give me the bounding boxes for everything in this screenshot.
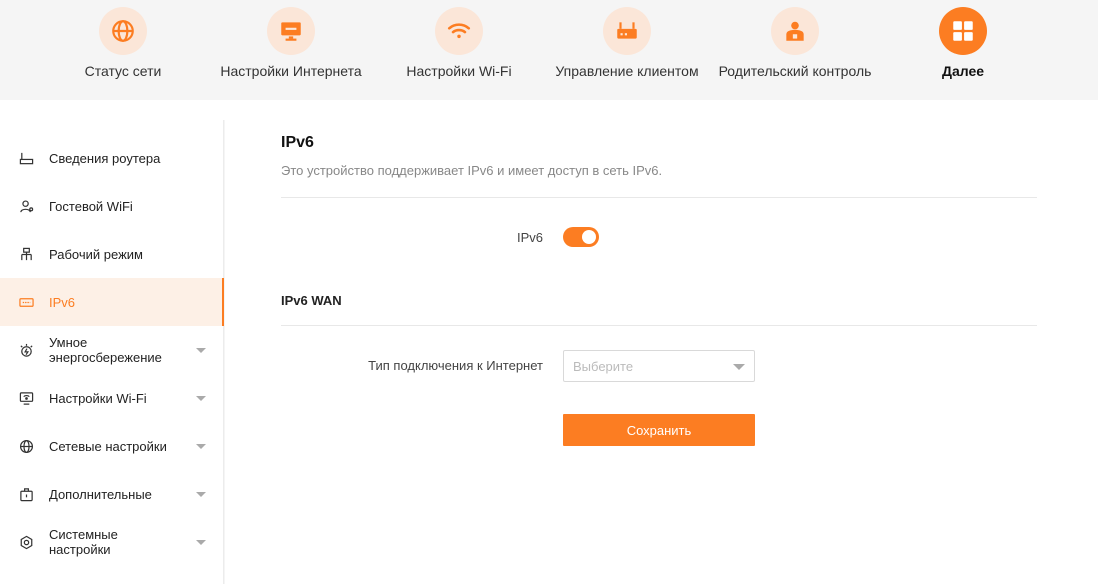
ipv6-wan-section-title: IPv6 WAN [281,293,342,308]
sidebar-item-advanced[interactable]: Дополнительные [0,470,224,518]
toggle-knob [582,230,596,244]
nav-label: Настройки Wi-Fi [406,63,512,79]
divider [281,197,1037,198]
sidebar-item-wifi-settings[interactable]: Настройки Wi-Fi [0,374,224,422]
chevron-down-icon [196,348,206,353]
sidebar-item-label: IPv6 [49,294,76,310]
parent-icon [771,7,819,55]
connection-type-placeholder: Выберите [573,359,634,374]
page-subtitle: Это устройство поддерживает IPv6 и имеет… [281,163,663,178]
network-globe-icon [18,438,34,454]
sidebar-item-label: Гостевой WiFi [49,198,133,214]
wifi-icon [435,7,483,55]
save-button[interactable]: Сохранить [563,414,755,446]
system-gear-icon [18,534,34,550]
nav-label: Статус сети [84,63,162,79]
sidebar-item-label: Сетевые настройки [49,438,167,454]
topology-icon [18,246,34,262]
page-title: IPv6 [281,134,314,151]
nav-internet-settings[interactable]: Настройки Интернета [207,0,375,100]
main-content: IPv6 Это устройство поддерживает IPv6 и … [225,100,1098,584]
sidebar-item-ipv6[interactable]: IPv6 [0,278,224,326]
sidebar-item-label: Сведения роутера [49,150,161,166]
nav-client-management[interactable]: Управление клиентом [543,0,711,100]
ipv6-toggle[interactable] [563,227,599,247]
connection-type-label: Тип подключения к Интернет [368,358,543,373]
guest-icon [18,198,34,214]
sidebar-item-smart-energy[interactable]: Умное энергосбережение [0,326,224,374]
nav-label: Управление клиентом [555,63,699,79]
wifi-settings-icon [18,390,34,406]
sidebar-item-guest-wifi[interactable]: Гостевой WiFi [0,182,224,230]
nav-label: Далее [941,63,985,79]
divider [281,325,1037,326]
sidebar: Сведения роутера Гостевой WiFi Рабочий р… [0,120,224,584]
connection-type-select[interactable]: Выберите [563,350,755,382]
sidebar-item-label: Дополнительные [49,486,152,502]
sidebar-item-network-settings[interactable]: Сетевые настройки [0,422,224,470]
globe-icon [99,7,147,55]
router-icon [603,7,651,55]
caret-down-icon [733,364,745,370]
sidebar-top-spacer [0,100,225,120]
sidebar-item-label: Умное энергосбережение [49,335,162,365]
sidebar-item-label: Настройки Wi-Fi [49,390,147,406]
sidebar-item-label: Системные настройки [49,527,118,557]
energy-icon [18,342,34,358]
sidebar-item-system-settings[interactable]: Системные настройки [0,518,224,566]
ipv6-toggle-label: IPv6 [516,230,543,245]
chevron-down-icon [196,396,206,401]
router-info-icon [18,150,34,166]
chevron-down-icon [196,540,206,545]
nav-network-status[interactable]: Статус сети [39,0,207,100]
sidebar-item-label: Рабочий режим [49,246,143,262]
nav-label: Родительский контроль [718,63,872,79]
nav-more[interactable]: Далее [879,0,1047,100]
briefcase-icon [18,486,34,502]
nav-wifi-settings[interactable]: Настройки Wi-Fi [375,0,543,100]
sidebar-item-router-info[interactable]: Сведения роутера [0,134,224,182]
chevron-down-icon [196,444,206,449]
ipv6-icon [18,294,34,310]
nav-label: Настройки Интернета [220,63,362,79]
nav-parental-control[interactable]: Родительский контроль [711,0,879,100]
sidebar-item-operation-mode[interactable]: Рабочий режим [0,230,224,278]
top-navigation: Статус сети Настройки Интернета Настройк… [0,0,1098,100]
chevron-down-icon [196,492,206,497]
grid-icon [939,7,987,55]
monitor-icon [267,7,315,55]
